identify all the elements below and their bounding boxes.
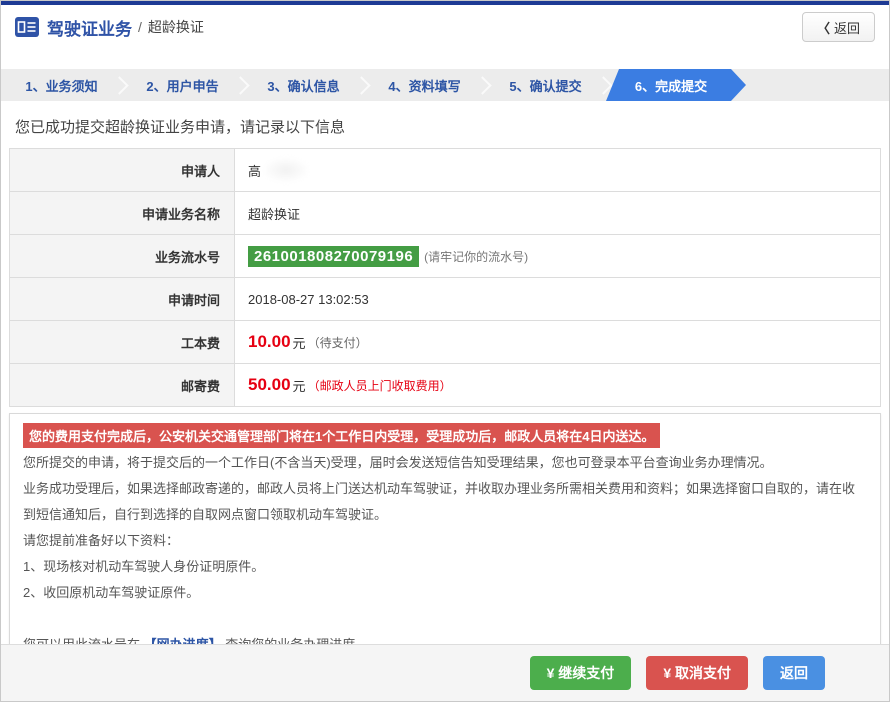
applicant-name: 高 bbox=[248, 161, 261, 180]
notice-paragraph-4: 1、现场核对机动车驾驶人身份证明原件。 bbox=[23, 554, 867, 580]
serial-number-note: (请牢记你的流水号) bbox=[424, 248, 528, 265]
notice-paragraph-1: 您所提交的申请，将于提交后的一个工作日(不含当天)受理，届时会发送短信告知受理结… bbox=[23, 450, 867, 476]
serial-number-label: 业务流水号 bbox=[10, 235, 235, 277]
continue-payment-button[interactable]: ¥ 继续支付 bbox=[530, 656, 632, 690]
step-6-complete-submit: 6、完成提交 bbox=[606, 69, 746, 101]
step-1-business-notice: 1、业务须知 bbox=[1, 69, 122, 101]
notice-paragraph-2: 业务成功受理后，如果选择邮政寄递的，邮政人员将上门送达机动车驾驶证，并收取办理业… bbox=[23, 476, 867, 528]
step-3-confirm-info: 3、确认信息 bbox=[243, 69, 364, 101]
postage-fee-note: （邮政人员上门收取费用） bbox=[308, 377, 452, 394]
breadcrumb-separator: / bbox=[138, 19, 142, 35]
postage-fee-label: 邮寄费 bbox=[10, 364, 235, 406]
postage-fee-amount: 50.00 bbox=[248, 375, 291, 395]
notice-box: 您的费用支付完成后，公安机关交通管理部门将在1个工作日内受理，受理成功后，邮政人… bbox=[9, 413, 881, 669]
production-fee-note: （待支付） bbox=[308, 334, 368, 351]
apply-time-value: 2018-08-27 13:02:53 bbox=[235, 278, 880, 320]
serial-number-value: 261001808270079196 (请牢记你的流水号) bbox=[235, 235, 880, 277]
return-button[interactable]: 返回 bbox=[763, 656, 825, 690]
table-row-applicant: 申请人 高 bbox=[10, 149, 880, 192]
postage-fee-value: 50.00 元 （邮政人员上门收取费用） bbox=[235, 364, 880, 406]
apply-time-label: 申请时间 bbox=[10, 278, 235, 320]
notice-banner: 您的费用支付完成后，公安机关交通管理部门将在1个工作日内受理，受理成功后，邮政人… bbox=[23, 423, 660, 448]
table-row-apply-time: 申请时间 2018-08-27 13:02:53 bbox=[10, 278, 880, 321]
step-4-fill-materials: 4、资料填写 bbox=[364, 69, 485, 101]
table-row-postage-fee: 邮寄费 50.00 元 （邮政人员上门收取费用） bbox=[10, 364, 880, 407]
success-message: 您已成功提交超龄换证业务申请，请记录以下信息 bbox=[15, 116, 875, 137]
business-name-label: 申请业务名称 bbox=[10, 192, 235, 234]
back-button[interactable]: 〈 返回 bbox=[802, 12, 875, 42]
breadcrumb-current: 超龄换证 bbox=[148, 17, 204, 37]
page-title: 驾驶证业务 bbox=[47, 15, 132, 40]
applicant-label: 申请人 bbox=[10, 149, 235, 191]
postage-fee-unit: 元 bbox=[293, 376, 306, 395]
applicant-name-redaction bbox=[262, 157, 310, 183]
notice-paragraph-3: 请您提前准备好以下资料： bbox=[23, 528, 867, 554]
serial-number-badge: 261001808270079196 bbox=[248, 246, 419, 267]
application-info-table: 申请人 高 申请业务名称 超龄换证 业务流水号 2610018082700791… bbox=[9, 148, 881, 407]
steps-bar: 1、业务须知 2、用户申告 3、确认信息 4、资料填写 5、确认提交 6、完成提… bbox=[1, 69, 889, 101]
header: 驾驶证业务 / 超龄换证 〈 返回 bbox=[1, 5, 889, 49]
table-row-business-name: 申请业务名称 超龄换证 bbox=[10, 192, 880, 235]
production-fee-label: 工本费 bbox=[10, 321, 235, 363]
notice-paragraph-5: 2、收回原机动车驾驶证原件。 bbox=[23, 580, 867, 606]
step-5-confirm-submit: 5、确认提交 bbox=[485, 69, 606, 101]
table-row-serial-number: 业务流水号 261001808270079196 (请牢记你的流水号) bbox=[10, 235, 880, 278]
table-row-production-fee: 工本费 10.00 元 （待支付） bbox=[10, 321, 880, 364]
applicant-value: 高 bbox=[235, 149, 880, 191]
production-fee-value: 10.00 元 （待支付） bbox=[235, 321, 880, 363]
back-button-label: 返回 bbox=[834, 18, 860, 37]
chevron-left-icon: 〈 bbox=[817, 18, 830, 37]
cancel-payment-button[interactable]: ¥ 取消支付 bbox=[646, 656, 748, 690]
step-2-user-declaration: 2、用户申告 bbox=[122, 69, 243, 101]
license-service-icon bbox=[15, 17, 39, 37]
business-name-value: 超龄换证 bbox=[235, 192, 880, 234]
page: 驾驶证业务 / 超龄换证 〈 返回 1、业务须知 2、用户申告 3、确认信息 4… bbox=[0, 0, 890, 702]
production-fee-unit: 元 bbox=[293, 333, 306, 352]
notice-gap bbox=[23, 606, 867, 632]
footer-action-bar: ¥ 继续支付 ¥ 取消支付 返回 bbox=[1, 644, 889, 701]
production-fee-amount: 10.00 bbox=[248, 332, 291, 352]
